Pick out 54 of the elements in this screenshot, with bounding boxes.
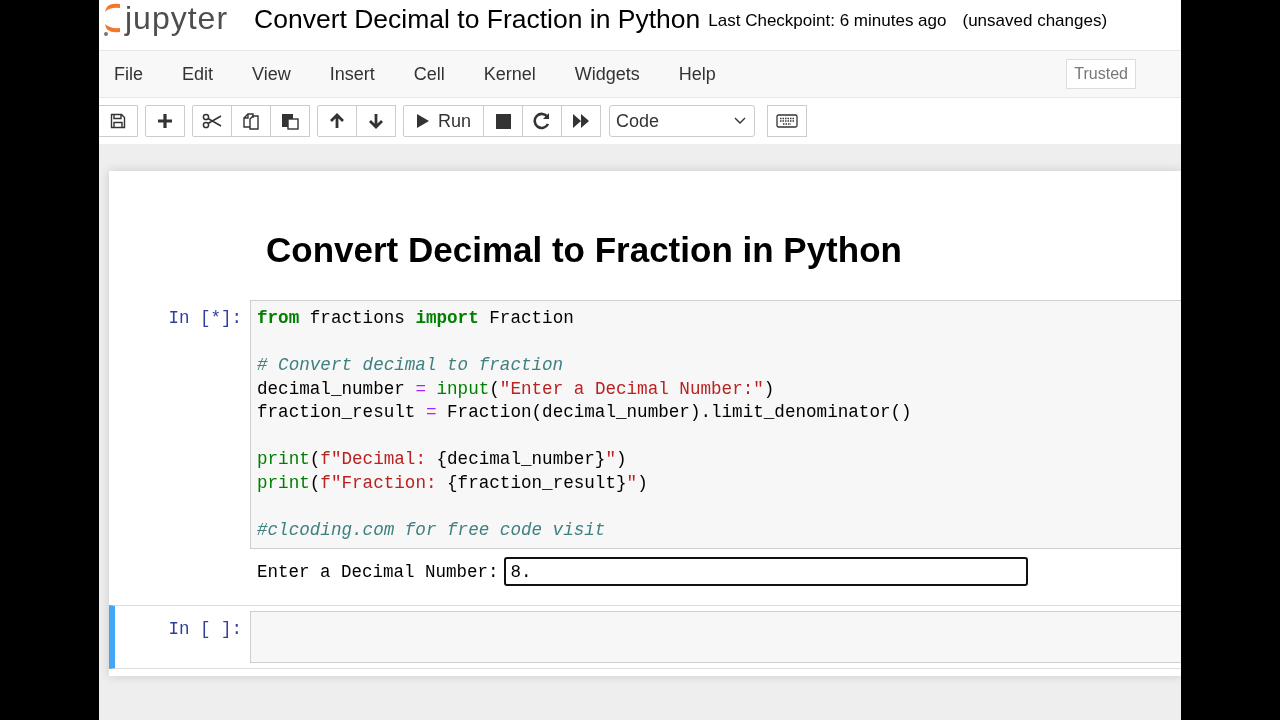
stop-icon [495,113,511,129]
save-button[interactable] [99,105,138,137]
code-line: # Convert decimal to fraction [257,354,565,377]
play-icon [416,113,430,129]
move-up-button[interactable] [317,105,357,137]
cut-button[interactable] [192,105,232,137]
input-prompt-text: Enter a Decimal Number: [257,561,499,582]
fast-forward-icon [572,113,591,129]
restart-button[interactable] [522,105,563,137]
menu-item[interactable]: Edit [182,63,214,85]
restart-icon [533,112,552,130]
input-prompt: In [ ]: [167,618,243,639]
run-button[interactable]: Run [403,105,485,137]
chevron-down-icon [734,117,747,125]
notebook-heading: Convert Decimal to Fraction in Python [266,229,903,271]
menu-item[interactable]: Help [678,63,716,85]
fast-forward-button[interactable] [561,105,602,137]
notebook-title[interactable]: Convert Decimal to Fraction in Python [254,3,701,35]
menu-item[interactable]: Kernel [483,63,536,85]
copy-icon [242,112,260,130]
menu-item[interactable]: Insert [329,63,375,85]
code-line: decimal_number = input("Enter a Decimal Number:") [257,377,776,401]
code-line: print(f"Decimal: {decimal_number}") [257,448,628,471]
save-status: (unsaved changes) [962,11,1108,31]
paste-button[interactable] [270,105,310,137]
keyboard-icon [776,114,799,128]
clipboard-icon [281,112,299,130]
scissors-icon [202,113,222,129]
markdown-cell[interactable]: Convert Decimal to Fraction in Python [109,211,1181,295]
code-line: from fractions import Fraction [257,307,575,330]
menu-item[interactable]: Cell [413,63,445,85]
logo-text: jupyter [125,0,229,37]
trusted-indicator[interactable]: Trusted [1066,59,1136,89]
code-line: print(f"Fraction: {fraction_result}") [257,471,649,495]
plus-icon [157,113,173,129]
menu-item[interactable]: File [114,63,143,85]
stdin-input-field[interactable]: 8. [503,557,1028,586]
code-editor[interactable] [250,300,1181,549]
arrow-up-icon [329,113,345,129]
menu-item[interactable]: Widgets [574,63,640,85]
code-line: #clcoding.com for free code visit [257,518,607,542]
menu-item[interactable]: View [252,63,291,85]
arrow-down-icon [368,113,384,129]
copy-button[interactable] [231,105,271,137]
stop-button[interactable] [483,105,524,137]
cell-type-dropdown[interactable]: Code [609,105,756,137]
input-prompt: In [*]: [167,307,243,328]
code-cell[interactable]: In [ ]: [109,605,1181,669]
jupyter-logo[interactable]: jupyter [101,0,229,38]
move-down-button[interactable] [356,105,396,137]
keyboard-shortcuts-button[interactable] [767,105,808,137]
checkpoint-status: Last Checkpoint: 6 minutes ago [708,11,947,31]
code-line: fraction_result = Fraction(decimal_number).limit_denominator() [257,401,913,424]
insert-cell-button[interactable] [145,105,185,137]
